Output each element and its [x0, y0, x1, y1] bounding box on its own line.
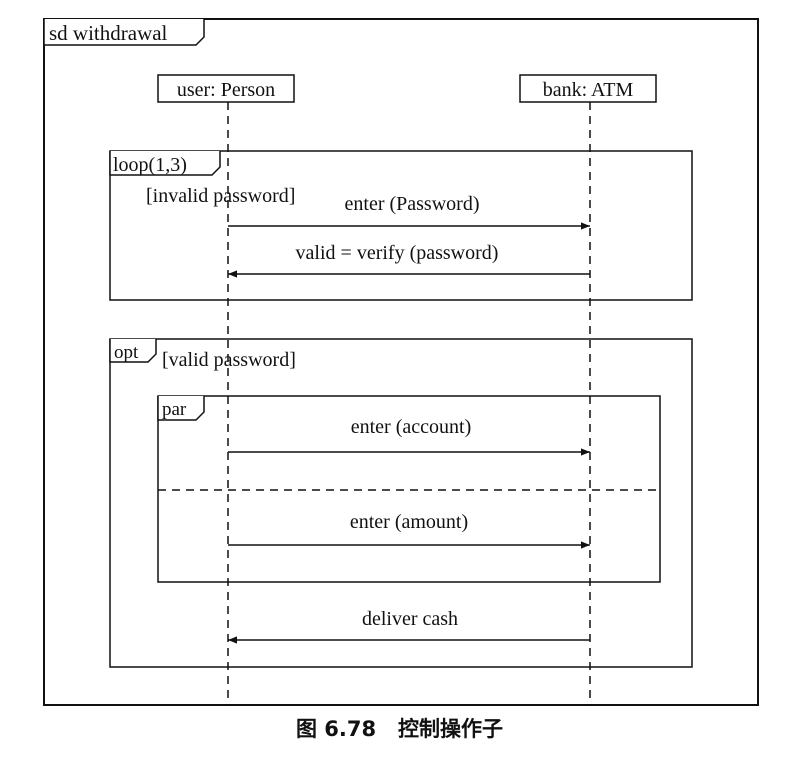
message-enter-amount: enter (amount) — [228, 511, 590, 549]
message-label: valid = verify (password) — [296, 242, 499, 264]
message-label: enter (amount) — [350, 511, 468, 533]
loop-operator-label: loop(1,3) — [113, 154, 187, 176]
lifeline-user-label: user: Person — [177, 79, 275, 101]
figure-caption: 图 6.78 控制操作子 — [295, 717, 504, 741]
message-label: enter (account) — [351, 416, 471, 438]
sequence-diagram: sd withdrawal user: Person bank: ATM loo… — [43, 18, 759, 706]
opt-guard: [valid password] — [162, 349, 296, 371]
sd-frame-label: sd withdrawal — [49, 21, 168, 45]
par-operator-label: par — [162, 399, 187, 420]
sd-frame: sd withdrawal — [43, 18, 759, 706]
opt-operator-label: opt — [114, 342, 139, 363]
lifeline-bank-label: bank: ATM — [543, 79, 634, 101]
message-deliver-cash: deliver cash — [228, 608, 590, 644]
message-verify-password: valid = verify (password) — [228, 242, 590, 278]
message-label: enter (Password) — [345, 193, 480, 215]
lifeline-bank: bank: ATM — [519, 74, 657, 705]
loop-guard: [invalid password] — [146, 185, 295, 207]
message-label: deliver cash — [362, 608, 458, 630]
message-enter-account: enter (account) — [228, 416, 590, 456]
